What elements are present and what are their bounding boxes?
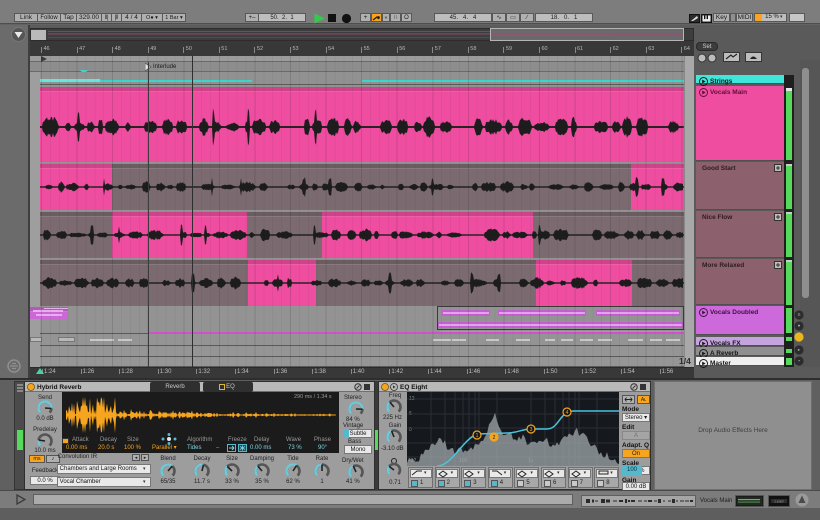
svg-text:4: 4 bbox=[566, 410, 569, 416]
svg-text:2: 2 bbox=[493, 435, 496, 441]
svg-text:1: 1 bbox=[476, 433, 479, 439]
svg-text:Lead: Lead bbox=[775, 499, 784, 504]
svg-text:3: 3 bbox=[530, 427, 533, 433]
